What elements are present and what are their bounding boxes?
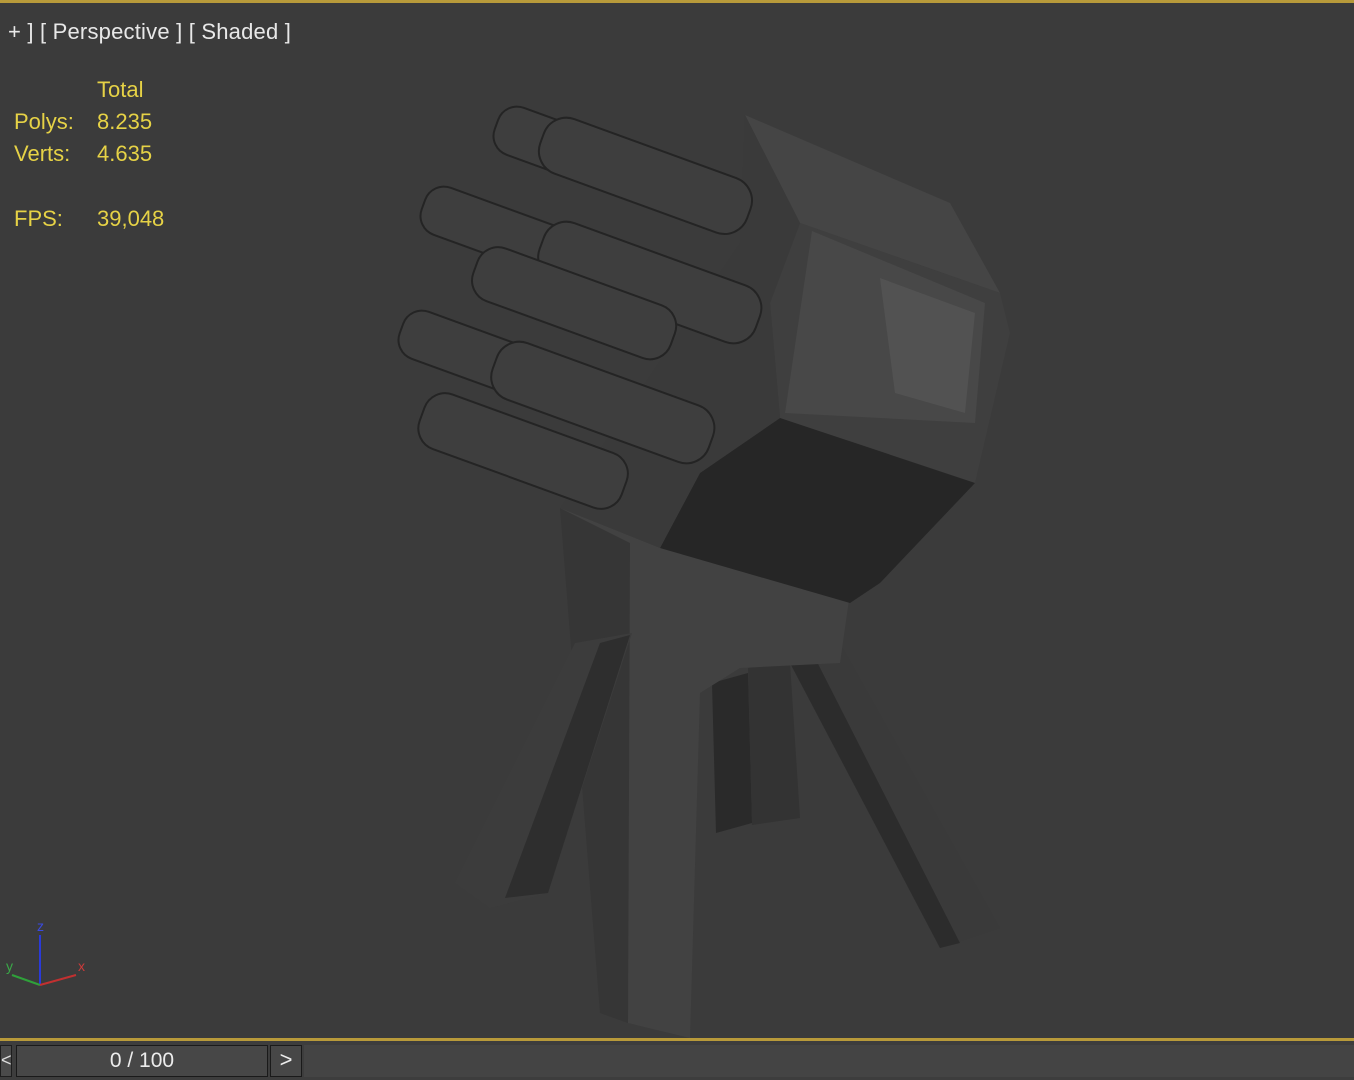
axis-x-label: x [78, 958, 85, 974]
axis-z-label: z [37, 918, 44, 934]
leg-right-shade [790, 658, 960, 948]
leg-back-left [712, 673, 752, 833]
view-type-label[interactable]: [ Perspective ] [34, 19, 183, 45]
polys-value: 8.235 [97, 109, 153, 134]
perspective-viewport[interactable]: + ] [ Perspective ] [ Shaded ] Total Pol… [0, 0, 1354, 1040]
verts-value: 4.635 [97, 141, 153, 166]
stats-header: Total [97, 77, 144, 102]
shading-mode-label[interactable]: [ Shaded ] [182, 19, 291, 45]
verts-label: Verts: [14, 141, 71, 166]
timeline-track[interactable] [304, 1045, 1354, 1077]
next-frame-button[interactable]: > [270, 1045, 302, 1077]
previous-frame-button[interactable]: < [0, 1045, 12, 1077]
viewport-menu-button[interactable]: + ] [8, 19, 34, 45]
time-slider-bar: < 0 / 100 > [0, 1038, 1354, 1080]
polys-label: Polys: [14, 109, 74, 134]
time-slider[interactable]: 0 / 100 [16, 1045, 268, 1077]
fps-label: FPS: [14, 206, 63, 231]
viewport-label[interactable]: + ] [ Perspective ] [ Shaded ] [8, 19, 291, 45]
axis-y-label: y [6, 958, 13, 974]
axis-gizmo-icon: z y x [6, 918, 85, 986]
fps-value: 39,048 [97, 206, 165, 231]
turret-model [397, 105, 1010, 1038]
leg-back-mid [748, 663, 800, 825]
